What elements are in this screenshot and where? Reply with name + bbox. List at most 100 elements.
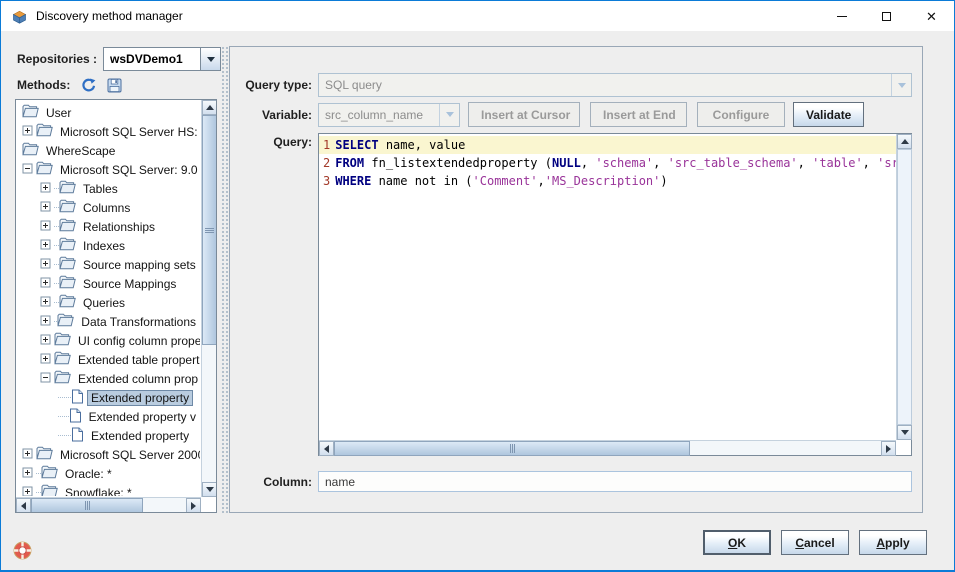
folder-icon (59, 294, 76, 311)
tree-item[interactable]: Columns (40, 198, 200, 217)
tree-item[interactable]: Queries (40, 293, 200, 312)
tree-item[interactable]: Microsoft SQL Server: 9.0 - (22, 160, 200, 179)
tree-item[interactable]: Source Mappings (40, 274, 200, 293)
maximize-button[interactable] (864, 1, 909, 31)
triangle-up-icon (901, 139, 909, 144)
scroll-left-button[interactable] (319, 441, 334, 456)
repositories-dropdown-arrow[interactable] (200, 48, 220, 70)
tree-item[interactable]: Indexes (40, 236, 200, 255)
scroll-right-button[interactable] (881, 441, 896, 456)
tree-item[interactable]: Extended property (58, 388, 200, 407)
maximize-icon (882, 12, 891, 21)
tree-item[interactable]: Data Transformations (40, 312, 200, 331)
apply-button[interactable]: Apply (859, 530, 927, 555)
tree-item[interactable]: Oracle: * (22, 464, 200, 483)
tree-item-label: Extended column prop (74, 371, 200, 387)
tree-connector (58, 397, 71, 398)
expand-plus-icon[interactable] (22, 125, 33, 139)
tree-item[interactable]: Extended property v (58, 407, 200, 426)
tree-item[interactable]: Extended column prop (40, 369, 200, 388)
editor-vertical-scrollbar[interactable] (896, 134, 911, 440)
tree-item[interactable]: UI config column prope (40, 331, 200, 350)
triangle-left-icon (21, 502, 26, 510)
tree-item-label: Indexes (79, 238, 129, 254)
folder-icon (54, 370, 71, 387)
expand-plus-icon[interactable] (40, 201, 51, 215)
refresh-icon[interactable] (80, 77, 96, 93)
title-bar[interactable]: Discovery method manager ✕ (1, 1, 954, 31)
tree-item[interactable]: Microsoft SQL Server HS: 9 (22, 122, 200, 141)
tree-item-label: Microsoft SQL Server HS: 9 (56, 124, 200, 140)
panel-splitter[interactable] (221, 46, 228, 513)
tree-item[interactable]: WhereScape (22, 141, 200, 160)
tree-item[interactable]: Source mapping sets (40, 255, 200, 274)
repositories-label: Repositories : (17, 52, 97, 66)
tree-item[interactable]: Microsoft SQL Server 2000 (22, 445, 200, 464)
expand-plus-icon[interactable] (40, 239, 51, 253)
tree-item-label: Oracle: * (61, 466, 116, 482)
code-line[interactable]: 2FROM fn_listextendedproperty (NULL, 'sc… (319, 154, 896, 172)
collapse-minus-icon[interactable] (22, 163, 33, 177)
tree-horizontal-scrollbar[interactable] (16, 497, 201, 512)
editor-hscroll-thumb[interactable] (334, 441, 690, 456)
code-line[interactable]: 3WHERE name not in ('Comment','MS_Descri… (319, 172, 896, 190)
methods-tree: User Microsoft SQL Server HS: 9WhereScape… (15, 99, 217, 513)
sql-text: , (581, 156, 595, 170)
expand-plus-icon[interactable] (22, 486, 33, 497)
cancel-button[interactable]: Cancel (781, 530, 849, 555)
chevron-down-icon (446, 112, 454, 117)
expand-plus-icon[interactable] (40, 277, 51, 291)
life-buoy-icon[interactable] (13, 541, 32, 560)
tree-item-label: Microsoft SQL Server 2000 (56, 447, 200, 463)
insert-at-cursor-button: Insert at Cursor (468, 102, 580, 127)
expand-plus-icon[interactable] (22, 467, 33, 481)
expand-plus-icon[interactable] (40, 182, 51, 196)
minimize-button[interactable] (819, 1, 864, 31)
save-icon[interactable] (106, 77, 122, 93)
tree-hscroll-thumb[interactable] (31, 498, 143, 513)
validate-button[interactable]: Validate (793, 102, 864, 127)
tree-item[interactable]: User (22, 103, 200, 122)
tree-vscroll-thumb[interactable] (202, 115, 217, 345)
expand-plus-icon[interactable] (40, 353, 51, 367)
query-type-value: SQL query (319, 74, 891, 96)
expand-plus-icon[interactable] (40, 315, 51, 329)
query-editor[interactable]: 1SELECT name, value2FROM fn_listextended… (318, 133, 912, 456)
expand-plus-icon[interactable] (40, 220, 51, 234)
expand-plus-icon[interactable] (40, 296, 51, 310)
editor-vscroll-thumb[interactable] (897, 149, 912, 425)
scroll-up-button[interactable] (897, 134, 912, 149)
code-line[interactable]: 1SELECT name, value (319, 136, 896, 154)
tree-item-label: Snowflake: * (61, 485, 136, 497)
triangle-right-icon (191, 502, 196, 510)
tree-item[interactable]: Relationships (40, 217, 200, 236)
sql-text: , (653, 156, 667, 170)
query-code-area[interactable]: 1SELECT name, value2FROM fn_listextended… (319, 134, 896, 440)
tree-vertical-scrollbar[interactable] (201, 100, 216, 497)
tree-item[interactable]: Extended property (58, 426, 200, 445)
scroll-down-button[interactable] (202, 482, 217, 497)
ok-button[interactable]: OK (703, 530, 771, 555)
tree-item[interactable]: Snowflake: * (22, 483, 200, 496)
expand-plus-icon[interactable] (40, 258, 51, 272)
chevron-down-icon (898, 83, 906, 88)
column-field[interactable]: name (318, 471, 912, 492)
collapse-minus-icon[interactable] (40, 372, 51, 386)
scroll-left-button[interactable] (16, 498, 31, 513)
repositories-combobox[interactable]: wsDVDemo1 (103, 47, 221, 71)
expand-plus-icon[interactable] (40, 334, 51, 348)
editor-horizontal-scrollbar[interactable] (319, 440, 896, 455)
scroll-up-button[interactable] (202, 100, 217, 115)
folder-icon (22, 142, 39, 159)
tree-item-label: Source Mappings (79, 276, 180, 292)
tree-item[interactable]: Tables (40, 179, 200, 198)
folder-icon (54, 351, 71, 368)
sql-string: 'MS_Description' (545, 174, 661, 188)
tree-item[interactable]: Extended table propert (40, 350, 200, 369)
close-button[interactable]: ✕ (909, 1, 954, 31)
folder-icon (59, 237, 76, 254)
triangle-down-icon (206, 487, 214, 492)
scroll-right-button[interactable] (186, 498, 201, 513)
expand-plus-icon[interactable] (22, 448, 33, 462)
scroll-down-button[interactable] (897, 425, 912, 440)
